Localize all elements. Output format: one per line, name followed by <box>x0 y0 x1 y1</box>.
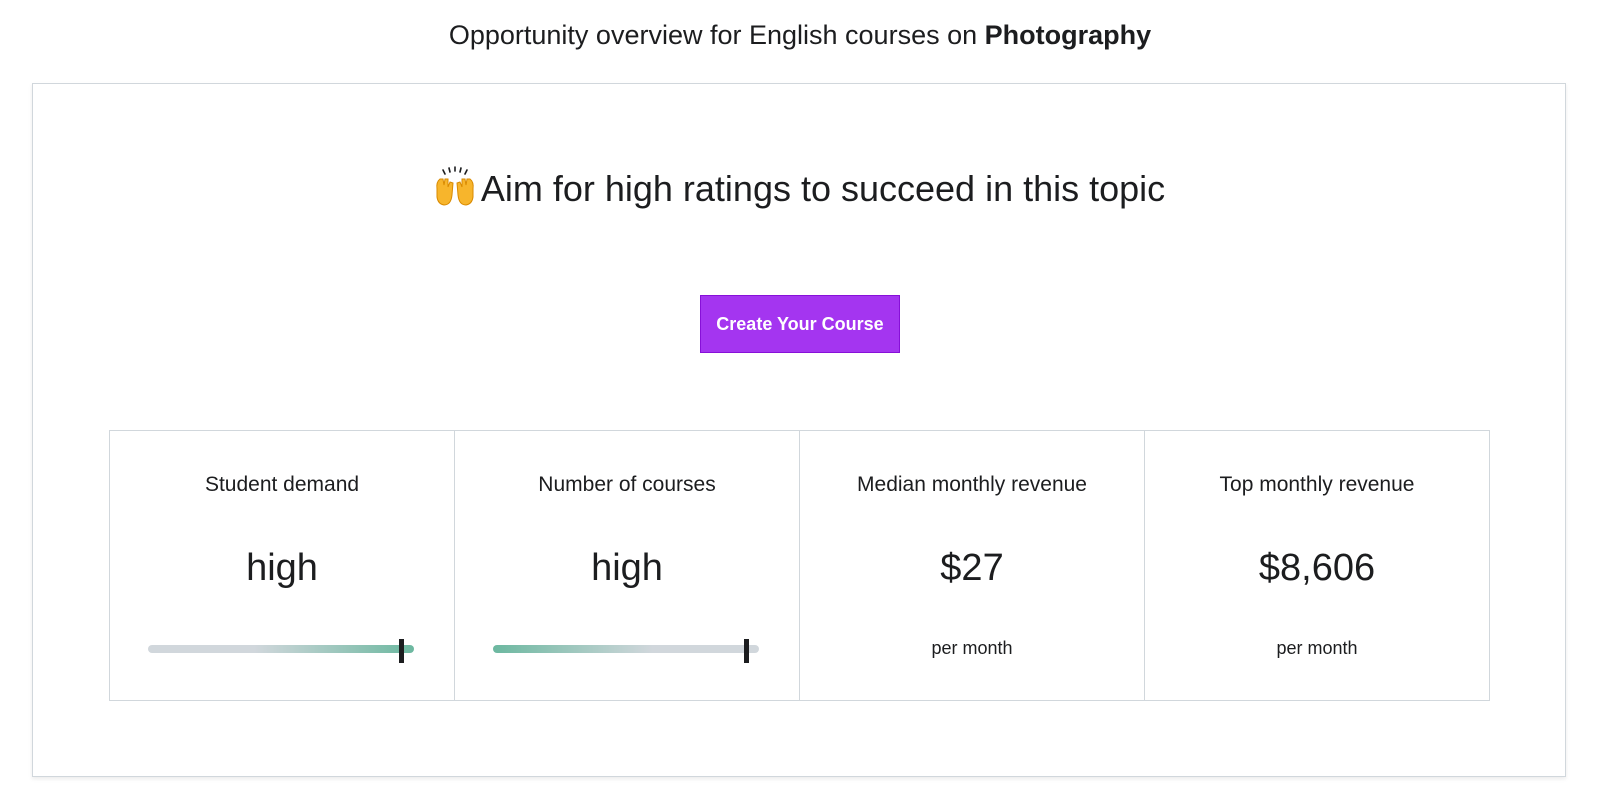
page-title: Opportunity overview for English courses… <box>0 16 1600 54</box>
demand-meter <box>148 639 414 663</box>
topic-name: Photography <box>984 20 1152 50</box>
courses-meter <box>493 639 759 663</box>
stat-label: Student demand <box>204 473 360 496</box>
stat-value: high <box>246 547 318 589</box>
stat-unit: per month <box>1276 638 1358 658</box>
create-course-button[interactable]: Create Your Course <box>700 295 900 353</box>
page-title-prefix: Opportunity overview for English courses… <box>448 20 985 50</box>
headline-text: Aim for high ratings to succeed in this … <box>480 168 1166 209</box>
opportunity-card: Aim for high ratings to succeed in this … <box>32 83 1566 777</box>
meter-marker <box>743 639 749 663</box>
stat-value: $8,606 <box>1258 547 1376 589</box>
stat-number-of-courses: Number of courses high <box>455 431 800 700</box>
stat-student-demand: Student demand high <box>110 431 455 700</box>
stat-median-revenue: Median monthly revenue $27 per month <box>800 431 1145 700</box>
stats-row: Student demand high Number of courses hi… <box>109 430 1490 701</box>
headline: Aim for high ratings to succeed in this … <box>33 164 1565 214</box>
stat-value: $27 <box>940 547 1004 589</box>
stat-value: high <box>591 547 663 589</box>
stat-top-revenue: Top monthly revenue $8,606 per month <box>1145 431 1489 700</box>
stat-label: Median monthly revenue <box>857 473 1087 496</box>
stat-label: Number of courses <box>538 473 716 496</box>
meter-marker <box>398 639 404 663</box>
stat-unit: per month <box>931 638 1013 658</box>
raising-hands-icon <box>433 165 477 209</box>
stat-label: Top monthly revenue <box>1219 473 1415 496</box>
